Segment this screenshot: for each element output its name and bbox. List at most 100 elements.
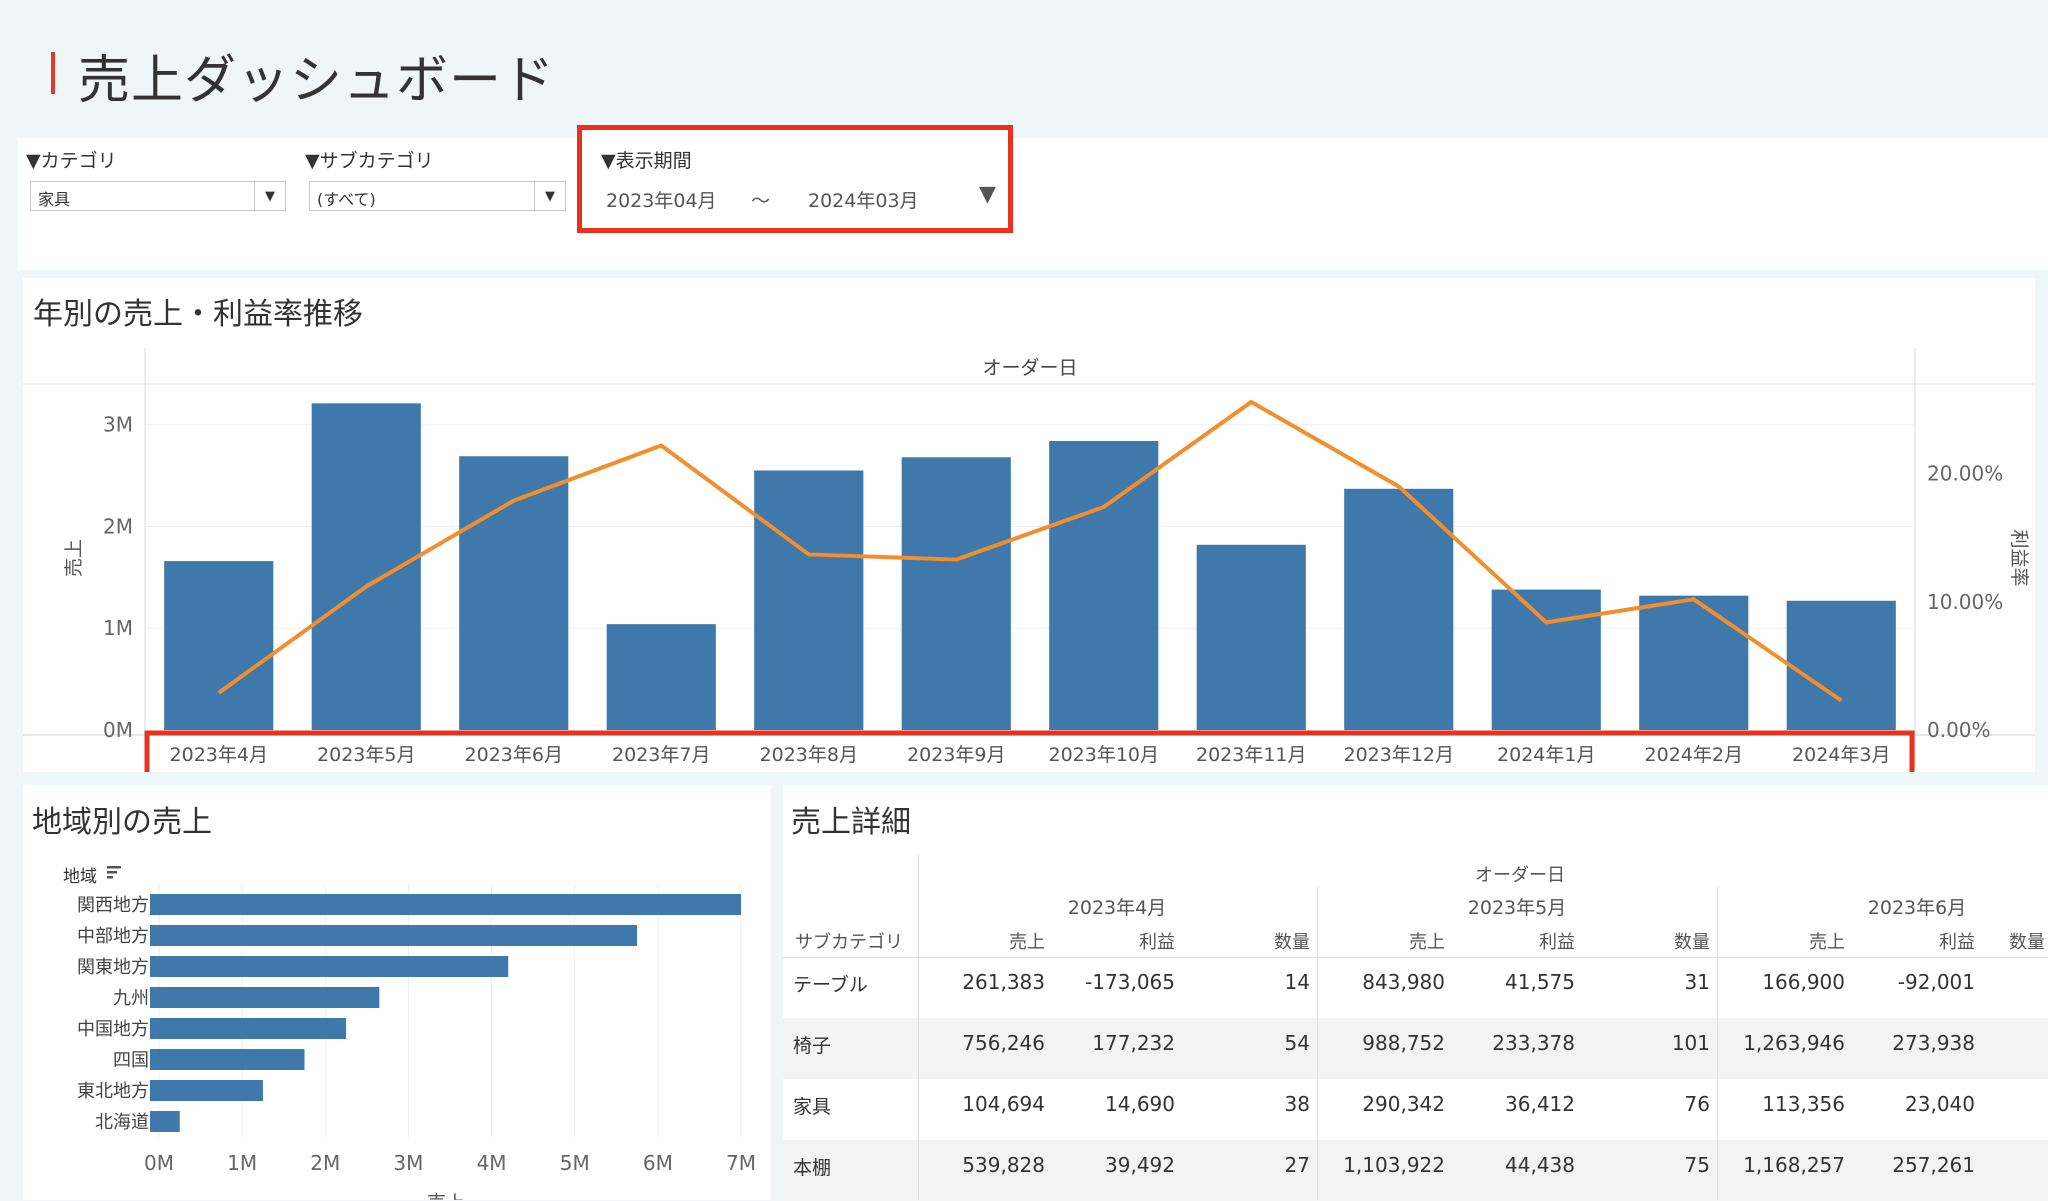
period-separator: 〜: [751, 190, 771, 212]
x-tick-label: 2023年7月: [612, 744, 710, 766]
region-bar[interactable]: [150, 1111, 180, 1132]
sales-detail-table: オーダー日 2023年4月 2023年5月 2023年6月 サブカテゴリ 売上 利益 数量 売上…: [783, 785, 2048, 1201]
x-tick-label: 1M: [227, 1151, 257, 1175]
x-tick-label: 2023年9月: [907, 744, 1005, 766]
table-cell: 39,492: [1105, 1153, 1175, 1177]
table-divider: [918, 957, 919, 1200]
sales-bar[interactable]: [1196, 544, 1306, 730]
table-cell: 261,383: [962, 970, 1045, 994]
chevron-down-icon[interactable]: ▼: [534, 182, 565, 210]
y-right-axis-title: 利益率: [2008, 529, 2030, 586]
measure-header: 利益: [1139, 932, 1175, 953]
region-bar[interactable]: [150, 1018, 347, 1039]
table-cell: 75: [1684, 1153, 1710, 1177]
sales-bar[interactable]: [459, 456, 569, 730]
table-cell: 290,342: [1362, 1092, 1445, 1116]
table-cell: 257,261: [1892, 1153, 1975, 1177]
category-dropdown-value: 家具: [38, 190, 71, 209]
region-bar[interactable]: [150, 894, 741, 915]
region-label: 北海道: [95, 1112, 149, 1133]
table-cell: 177,232: [1092, 1031, 1175, 1055]
x-tick-label: 2023年10月: [1048, 744, 1159, 766]
row-label: 家具: [793, 1096, 832, 1118]
period-filter-highlight[interactable]: ▼表示期間 2023年04月 〜 2024年03月 ▼: [577, 125, 1013, 233]
row-header: サブカテゴリ: [795, 932, 903, 953]
x-tick-label: 2023年6月: [465, 744, 563, 766]
x-tick-label: 2023年11月: [1196, 744, 1307, 766]
region-bar[interactable]: [150, 956, 509, 977]
sales-bar[interactable]: [1344, 488, 1454, 730]
table-cell: 1,168,257: [1743, 1153, 1845, 1177]
x-tick-label: 2024年2月: [1645, 744, 1743, 766]
subcategory-filter-label: ▼サブカテゴリ: [305, 150, 434, 172]
sales-bar[interactable]: [1639, 595, 1749, 730]
region-bar[interactable]: [150, 1080, 263, 1101]
y-right-tick-label: 10.00%: [1927, 590, 2003, 614]
sales-bar[interactable]: [901, 457, 1011, 730]
table-cell: 54: [1284, 1031, 1310, 1055]
table-cell: 14,690: [1105, 1092, 1175, 1116]
region-label: 中部地方: [77, 926, 149, 947]
measure-header: 数量: [1674, 932, 1710, 953]
sales-bar[interactable]: [311, 403, 421, 730]
x-tick-label: 2023年8月: [760, 744, 858, 766]
table-cell: 1,263,946: [1743, 1031, 1845, 1055]
table-cell: 36,412: [1505, 1092, 1575, 1116]
sales-bar[interactable]: [1786, 600, 1896, 730]
region-label: 四国: [113, 1050, 149, 1071]
subcategory-dropdown-value: (すべて): [317, 190, 376, 209]
table-cell: 76: [1684, 1092, 1710, 1116]
table-cell: 233,378: [1492, 1031, 1575, 1055]
chevron-down-icon[interactable]: ▼: [979, 182, 996, 207]
table-cell: 113,356: [1762, 1092, 1845, 1116]
region-bar[interactable]: [150, 925, 638, 946]
table-cell: 988,752: [1362, 1031, 1445, 1055]
y-right-tick-label: 0.00%: [1927, 718, 1991, 742]
sales-bar[interactable]: [606, 624, 716, 730]
measure-header: 売上: [1009, 932, 1045, 953]
measure-header: 売上: [1409, 932, 1445, 953]
x-axis-title: 売上: [427, 1192, 465, 1200]
table-cell: -92,001: [1897, 970, 1975, 994]
sort-icon[interactable]: [107, 866, 121, 879]
region-sales-chart: 0M 1M 2M 3M 4M 5M 6M 7M 地域関西地方中部地方関東地方九州中国地方四国東北…: [63, 866, 756, 1200]
period-end[interactable]: 2024年03月: [808, 186, 919, 213]
subcategory-dropdown[interactable]: (すべて) ▼: [309, 181, 566, 211]
measure-header: 売上: [1809, 932, 1845, 953]
table-divider: [783, 957, 2048, 958]
table-cell: 23,040: [1905, 1092, 1975, 1116]
period-filter-label: ▼表示期間: [601, 150, 692, 172]
sales-bar[interactable]: [164, 561, 274, 730]
region-label: 関西地方: [77, 895, 149, 916]
region-label: 九州: [113, 988, 149, 1009]
table-cell: 38: [1284, 1092, 1310, 1116]
x-tick-label: 4M: [477, 1151, 507, 1175]
period-start[interactable]: 2023年04月: [606, 186, 717, 213]
region-label: 中国地方: [77, 1019, 149, 1040]
chevron-down-icon[interactable]: ▼: [254, 182, 285, 210]
table-cell: 27: [1284, 1153, 1310, 1177]
sales-bar[interactable]: [754, 470, 864, 731]
table-cell: 14: [1284, 970, 1310, 994]
measure-header: 数量: [2009, 932, 2045, 953]
y-left-tick-label: 2M: [103, 514, 133, 538]
table-cell: 101: [1671, 1031, 1710, 1055]
row-label: 椅子: [793, 1035, 832, 1057]
measure-header: 利益: [1539, 932, 1575, 953]
x-tick-label: 2023年12月: [1343, 744, 1454, 766]
region-bar[interactable]: [150, 1049, 305, 1070]
region-label: 東北地方: [77, 1081, 149, 1102]
sales-bar[interactable]: [1049, 440, 1159, 730]
region-axis-label: 地域: [63, 867, 97, 887]
x-tick-label: 2023年4月: [170, 744, 268, 766]
category-dropdown[interactable]: 家具 ▼: [30, 181, 286, 211]
month-header: 2023年4月: [1067, 897, 1167, 919]
region-sales-panel: 地域別の売上 0M 1M 2M 3M 4M 5M 6M 7M 地域 関西地方 中部地方 関東地方 九州中…: [23, 785, 770, 1200]
x-tick-label: 7M: [726, 1151, 756, 1175]
y-left-tick-label: 0M: [103, 718, 133, 742]
region-bar[interactable]: [150, 987, 380, 1008]
sales-bar[interactable]: [1491, 589, 1601, 730]
x-tick-label: 5M: [560, 1151, 590, 1175]
table-cell: 166,900: [1762, 970, 1845, 994]
table-cell: 273,938: [1892, 1031, 1975, 1055]
